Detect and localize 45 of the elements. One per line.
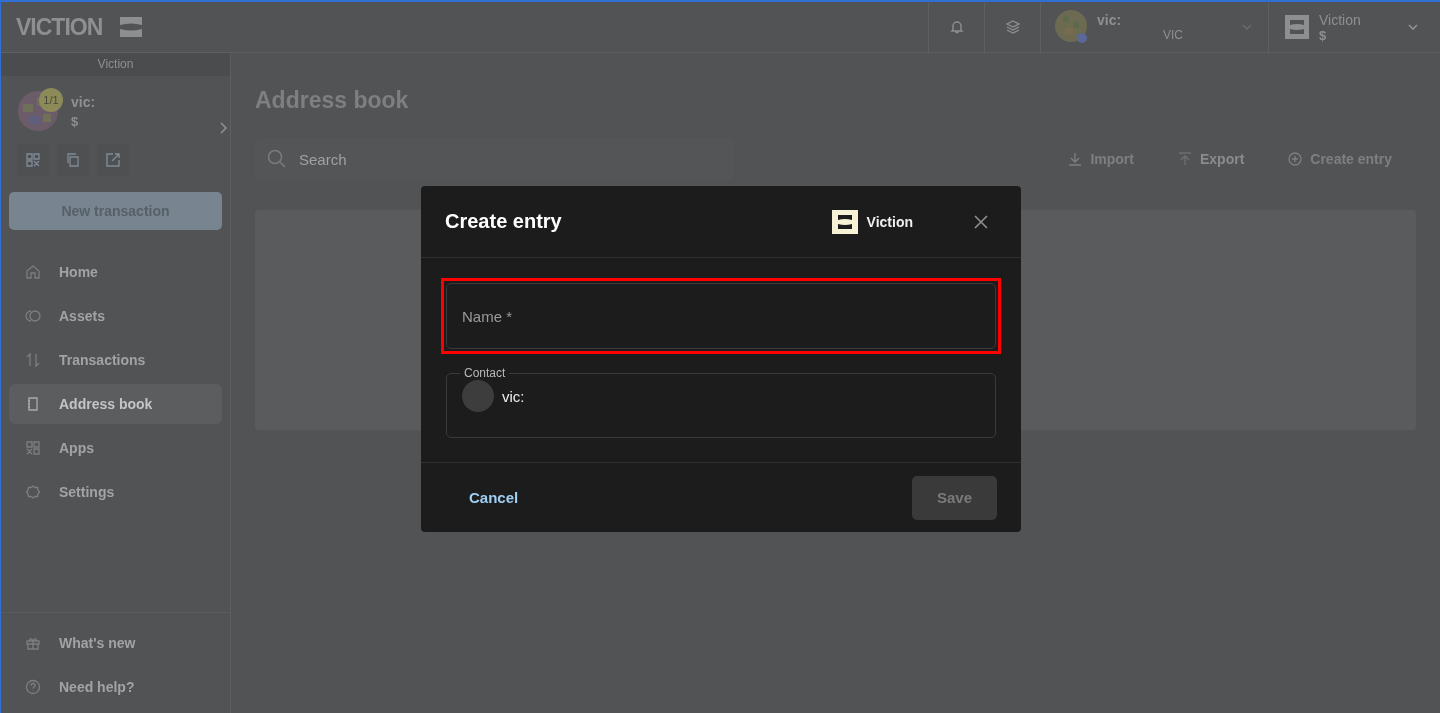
network-name: Viction [866,213,913,230]
avatar-icon [1055,10,1089,44]
upload-icon [1177,152,1192,166]
chevron-right-icon [218,121,228,135]
help-icon [25,679,41,695]
threshold-badge: 1/1 [39,88,63,112]
copy-icon [65,152,81,168]
nav-item[interactable]: Apps [9,428,222,468]
apps-icon [25,440,41,456]
name-field[interactable]: Name * [446,283,996,349]
cancel-button[interactable]: Cancel [469,489,519,506]
nav-item[interactable]: Transactions [9,340,222,380]
layers-icon [1004,19,1021,35]
nav-item[interactable]: What's new [9,623,222,663]
account-balance: $ [71,113,80,129]
search-icon [267,149,287,169]
logo-text: VICTION [16,13,103,41]
home-icon [25,264,41,280]
external-link-icon [105,152,121,168]
gear-icon [25,484,41,500]
close-icon [973,213,989,230]
nav-item[interactable]: Home [9,252,222,292]
book-icon [25,396,41,412]
qr-code-icon [25,152,41,168]
nav-item[interactable]: Address book [9,384,222,424]
network-button[interactable]: Viction $ [1268,2,1440,52]
account-button[interactable]: vic: VIC [1040,2,1268,52]
contact-field[interactable]: Contact vic: [446,366,996,438]
dialog-title: Create entry [445,210,563,233]
logo-icon [120,17,143,37]
account-name: vic: [71,93,96,110]
avatar-icon [462,380,494,412]
plus-icon [1288,152,1303,166]
network-label: Viction [1,53,230,76]
network-logo-icon [831,209,858,234]
bell-icon [948,19,965,35]
nav-item[interactable]: Settings [9,472,222,512]
arrows-icon [25,352,41,368]
network-logo-icon [1285,15,1309,39]
gift-icon [25,635,41,651]
nav-item[interactable]: Assets [9,296,222,336]
coins-icon [25,308,41,324]
download-icon [1068,152,1083,166]
contact-value: vic: [502,387,525,405]
nav-item[interactable]: Need help? [9,667,222,707]
